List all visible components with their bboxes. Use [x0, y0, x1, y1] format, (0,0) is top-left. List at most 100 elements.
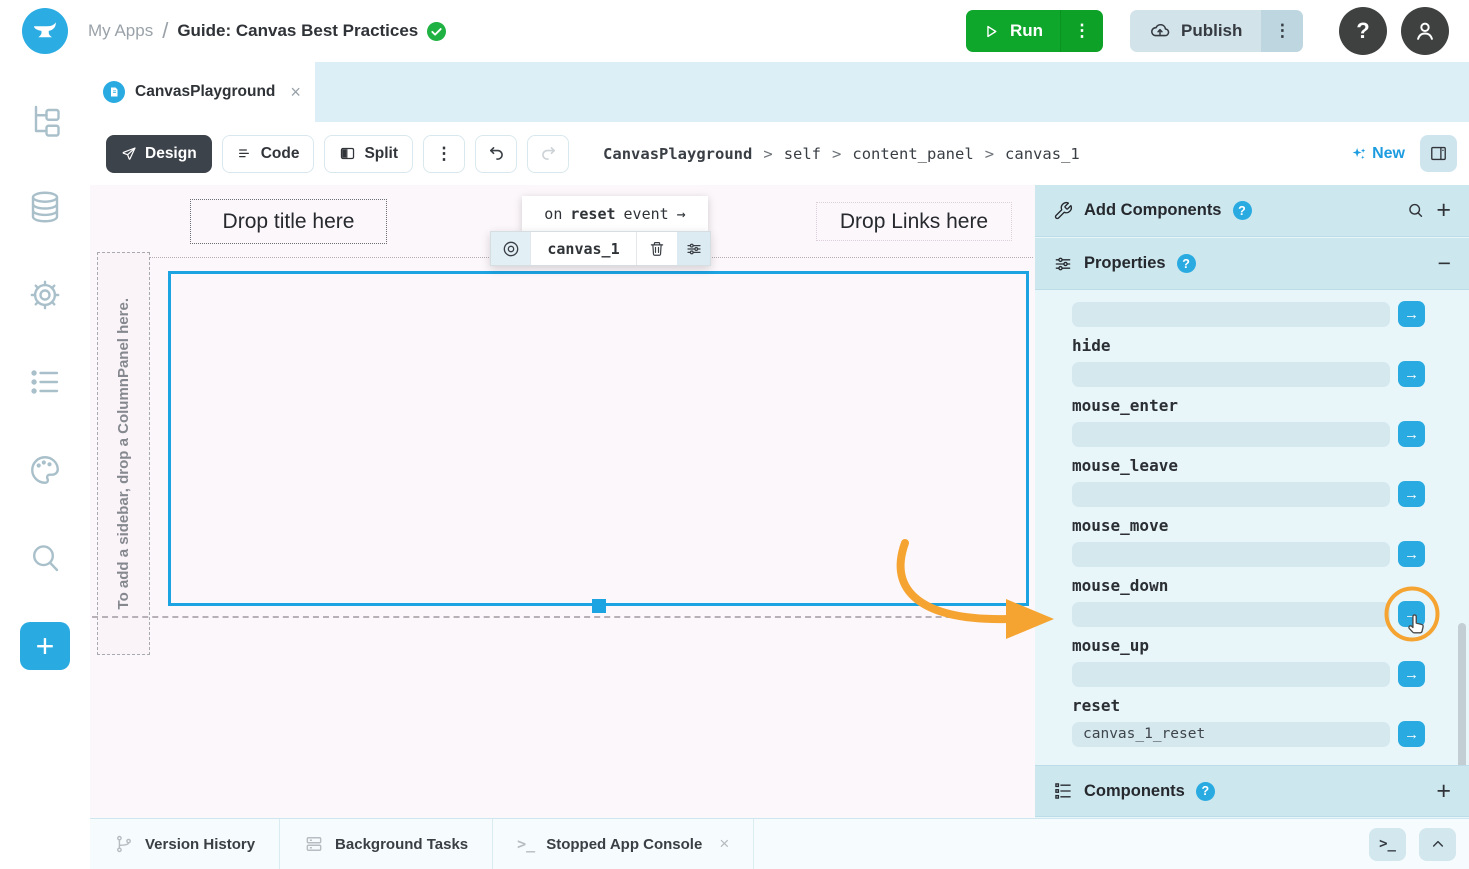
version-history-button[interactable]: Version History — [90, 819, 280, 869]
run-button[interactable]: Run — [966, 10, 1060, 52]
bind-arrow-button[interactable]: → — [1398, 361, 1425, 387]
redo-button[interactable] — [527, 135, 569, 173]
property-input[interactable] — [1072, 362, 1390, 387]
breadcrumb-canvas-1[interactable]: canvas_1 — [1005, 145, 1080, 163]
terminal-icon: >_ — [1379, 836, 1396, 852]
run-button-group: Run ⋮ — [966, 10, 1103, 52]
anvil-logo-icon[interactable] — [22, 8, 68, 54]
help-badge[interactable]: ? — [1177, 254, 1196, 273]
theme-palette-icon[interactable] — [26, 451, 64, 489]
drop-title-text: Drop title here — [223, 210, 355, 234]
component-breadcrumb: CanvasPlayground > self > content_panel … — [603, 145, 1080, 163]
property-input[interactable] — [1072, 662, 1390, 687]
component-toolbar: canvas_1 — [490, 231, 711, 266]
component-settings-button[interactable] — [677, 232, 710, 265]
more-options-button[interactable]: ⋮ — [423, 135, 465, 173]
list-icon[interactable] — [26, 363, 64, 401]
question-icon: ? — [1356, 18, 1369, 44]
background-tasks-button[interactable]: Background Tasks — [280, 819, 493, 869]
chevron-separator: > — [832, 145, 841, 163]
component-name[interactable]: canvas_1 — [531, 232, 636, 265]
properties-header[interactable]: Properties ? − — [1035, 238, 1469, 290]
run-options-button[interactable]: ⋮ — [1060, 10, 1103, 52]
design-view-button[interactable]: Design — [106, 135, 212, 173]
app-structure-icon[interactable] — [26, 100, 64, 138]
components-header[interactable]: Components ? + — [1035, 765, 1469, 817]
breadcrumb-my-apps[interactable]: My Apps — [88, 21, 153, 41]
split-view-button[interactable]: Split — [324, 135, 413, 173]
split-label: Split — [364, 145, 398, 163]
bind-arrow-button[interactable]: → — [1398, 721, 1425, 747]
eye-icon — [501, 239, 521, 259]
database-icon[interactable] — [26, 188, 64, 226]
property-input[interactable] — [1072, 302, 1390, 327]
code-lines-icon — [237, 146, 253, 162]
open-console-button[interactable]: >_ — [1369, 828, 1406, 861]
app-console-button[interactable]: >_ Stopped App Console × — [493, 819, 754, 869]
drop-title-zone[interactable]: Drop title here — [190, 199, 387, 244]
add-new-button[interactable]: + — [20, 622, 70, 670]
help-button[interactable]: ? — [1339, 7, 1387, 55]
plus-icon[interactable]: + — [1436, 198, 1451, 223]
chevron-separator: > — [985, 145, 994, 163]
breadcrumb-form[interactable]: CanvasPlayground — [603, 145, 752, 163]
add-components-header[interactable]: Add Components ? + — [1035, 185, 1469, 237]
search-icon[interactable] — [26, 539, 64, 577]
account-button[interactable] — [1401, 7, 1449, 55]
property-input[interactable] — [1072, 542, 1390, 567]
tab-label: CanvasPlayground — [135, 83, 275, 101]
search-icon[interactable] — [1406, 201, 1425, 220]
sidebar-drop-zone[interactable]: To add a sidebar, drop a ColumnPanel her… — [97, 252, 150, 655]
plus-icon: + — [36, 628, 55, 665]
help-badge[interactable]: ? — [1233, 201, 1252, 220]
breadcrumb-self[interactable]: self — [784, 145, 821, 163]
design-label: Design — [145, 145, 197, 163]
expand-panel-button[interactable] — [1419, 828, 1456, 861]
property-label: reset — [1072, 696, 1425, 716]
property-input-reset[interactable]: canvas_1_reset — [1072, 722, 1390, 747]
sidebar-drop-hint-text: To add a sidebar, drop a ColumnPanel her… — [115, 298, 132, 609]
version-history-label: Version History — [145, 836, 255, 853]
help-badge[interactable]: ? — [1196, 782, 1215, 801]
undo-button[interactable] — [475, 135, 517, 173]
code-view-button[interactable]: Code — [222, 135, 315, 173]
publish-button[interactable]: Publish — [1130, 10, 1261, 52]
new-label: New — [1372, 145, 1405, 163]
bind-arrow-button-mouse-down[interactable]: → — [1398, 601, 1425, 627]
split-icon — [339, 145, 356, 162]
top-bar: My Apps / Guide: Canvas Best Practices R… — [0, 0, 1469, 62]
breadcrumb-separator: / — [162, 18, 168, 44]
bind-arrow-button[interactable]: → — [1398, 661, 1425, 687]
arrow-right-icon: → — [1404, 666, 1419, 683]
bind-arrow-button[interactable]: → — [1398, 301, 1425, 327]
new-button[interactable]: New — [1350, 145, 1405, 163]
bind-arrow-button[interactable]: → — [1398, 541, 1425, 567]
app-title: Guide: Canvas Best Practices — [177, 21, 418, 41]
delete-button[interactable] — [636, 232, 677, 265]
settings-gear-icon[interactable] — [26, 276, 64, 314]
tab-canvasplayground[interactable]: CanvasPlayground × — [90, 62, 315, 122]
scrollbar-thumb[interactable] — [1458, 623, 1466, 773]
selected-canvas-component[interactable] — [168, 271, 1029, 606]
plus-icon[interactable]: + — [1436, 779, 1451, 804]
property-input[interactable] — [1072, 482, 1390, 507]
visibility-button[interactable] — [491, 232, 531, 265]
publish-label: Publish — [1181, 21, 1242, 41]
bind-arrow-button[interactable]: → — [1398, 421, 1425, 447]
code-label: Code — [261, 145, 300, 163]
property-label: mouse_down — [1072, 576, 1425, 596]
app-console-label: Stopped App Console — [546, 836, 702, 853]
property-input[interactable] — [1072, 602, 1390, 627]
drop-links-zone[interactable]: Drop Links here — [816, 202, 1012, 241]
property-input[interactable] — [1072, 422, 1390, 447]
collapse-icon[interactable]: − — [1438, 252, 1451, 275]
bind-arrow-button[interactable]: → — [1398, 481, 1425, 507]
property-label: hide — [1072, 336, 1425, 356]
close-console-icon[interactable]: × — [719, 834, 729, 854]
toggle-panel-button[interactable] — [1420, 135, 1457, 172]
breadcrumb-content-panel[interactable]: content_panel — [852, 145, 973, 163]
event-tooltip[interactable]: on reset event → — [522, 196, 708, 231]
publish-options-button[interactable]: ⋮ — [1261, 10, 1303, 52]
tab-close-icon[interactable]: × — [290, 82, 301, 103]
resize-handle[interactable] — [592, 599, 606, 613]
